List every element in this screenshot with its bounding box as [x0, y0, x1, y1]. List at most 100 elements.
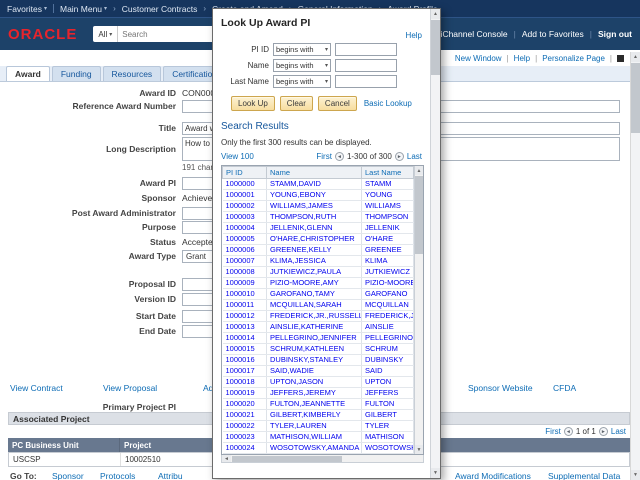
last-page-link[interactable]: Last — [611, 427, 626, 436]
last-name-link[interactable]: TYLER — [365, 421, 389, 430]
last-name-link[interactable]: JUTKIEWICZ — [365, 267, 410, 276]
favorites-menu[interactable]: Favorites ▾ — [7, 4, 47, 14]
goto-award-modifications-link[interactable]: Award Modifications — [455, 471, 531, 480]
last-name-link[interactable]: GAROFANO — [365, 289, 408, 298]
first-page-link[interactable]: First — [545, 427, 561, 436]
last-name-link[interactable]: STAMM — [365, 179, 392, 188]
page-scrollbar[interactable]: ▲ ▼ — [630, 52, 640, 480]
pi-id-link[interactable]: 1000002 — [226, 201, 255, 210]
add-to-favorites-link[interactable]: Add to Favorites — [522, 29, 584, 39]
main-menu[interactable]: Main Menu ▾ — [60, 4, 107, 14]
name-column-header[interactable]: Name — [267, 167, 362, 179]
pi-id-link[interactable]: 1000023 — [226, 432, 255, 441]
pi-id-link[interactable]: 1000000 — [226, 179, 255, 188]
last-name-link[interactable]: GILBERT — [365, 410, 397, 419]
name-link[interactable]: FREDERICK,JR.,RUSSELL — [270, 311, 362, 320]
basic-lookup-link[interactable]: Basic Lookup — [364, 99, 412, 108]
last-name-input[interactable] — [335, 75, 397, 88]
name-link[interactable]: STAMM,DAVID — [270, 179, 321, 188]
name-link[interactable]: PIZIO-MOORE,AMY — [270, 278, 339, 287]
cancel-button[interactable]: Cancel — [318, 96, 357, 111]
last-name-link[interactable]: JEFFERS — [365, 388, 398, 397]
last-name-link[interactable]: WOSOTOWSKY — [365, 443, 414, 452]
pi-id-link[interactable]: 1000024 — [226, 443, 255, 452]
pi-id-link[interactable]: 1000011 — [226, 300, 255, 309]
goto-attributes-link[interactable]: Attribu — [158, 471, 183, 480]
name-link[interactable]: JELLENIK,GLENN — [270, 223, 333, 232]
last-name-link[interactable]: SAID — [365, 366, 383, 375]
pi-id-link[interactable]: 1000001 — [226, 190, 255, 199]
pi-id-link[interactable]: 1000018 — [226, 377, 255, 386]
name-link[interactable]: AINSLIE,KATHERINE — [270, 322, 343, 331]
goto-sponsor-link[interactable]: Sponsor — [52, 471, 84, 480]
last-name-link[interactable]: FULTON — [365, 399, 394, 408]
pi-id-column-header[interactable]: PI ID — [223, 167, 267, 179]
pi-id-link[interactable]: 1000004 — [226, 223, 255, 232]
last-name-operator-select[interactable]: begins with ▾ — [273, 75, 331, 88]
pi-id-link[interactable]: 1000003 — [226, 212, 255, 221]
last-name-link[interactable]: SCHRUM — [365, 344, 398, 353]
last-name-column-link[interactable]: Last Name — [365, 168, 401, 177]
name-link[interactable]: TYLER,LAUREN — [270, 421, 327, 430]
scroll-up-icon[interactable]: ▲ — [415, 166, 423, 175]
scrollbar-thumb[interactable] — [415, 176, 423, 254]
pi-id-link[interactable]: 1000016 — [226, 355, 255, 364]
last-name-link[interactable]: KLIMA — [365, 256, 388, 265]
previous-page-icon[interactable]: ◄ — [564, 427, 573, 436]
pi-id-link[interactable]: 1000021 — [226, 410, 255, 419]
last-name-link[interactable]: DUBINSKY — [365, 355, 403, 364]
results-horizontal-scrollbar[interactable]: ◄ — [221, 455, 424, 463]
name-operator-select[interactable]: begins with ▾ — [273, 59, 331, 72]
last-name-link[interactable]: YOUNG — [365, 190, 393, 199]
help-link[interactable]: Help — [514, 54, 530, 63]
last-name-link[interactable]: FREDERICK,JR. — [365, 311, 414, 320]
next-page-icon[interactable]: ► — [599, 427, 608, 436]
goto-protocols-link[interactable]: Protocols — [100, 471, 135, 480]
pi-id-link[interactable]: 1000012 — [226, 311, 255, 320]
tab-resources[interactable]: Resources — [103, 66, 162, 81]
scrollbar-thumb[interactable] — [232, 456, 342, 462]
name-link[interactable]: MATHISON,WILLIAM — [270, 432, 342, 441]
pi-id-link[interactable]: 1000020 — [226, 399, 255, 408]
last-name-link[interactable]: UPTON — [365, 377, 391, 386]
view-100-link[interactable]: View 100 — [221, 152, 254, 161]
last-name-link[interactable]: PELLEGRINO — [365, 333, 413, 342]
pi-id-link[interactable]: 1000008 — [226, 267, 255, 276]
sponsor-website-link[interactable]: Sponsor Website — [468, 383, 533, 393]
scroll-up-icon[interactable]: ▲ — [631, 52, 640, 62]
first-page-link[interactable]: First — [316, 152, 332, 161]
name-link[interactable]: GREENEE,KELLY — [270, 245, 332, 254]
goto-supplemental-data-link[interactable]: Supplemental Data — [548, 471, 620, 480]
pi-id-link[interactable]: 1000014 — [226, 333, 255, 342]
name-link[interactable]: GILBERT,KIMBERLY — [270, 410, 341, 419]
last-name-link[interactable]: JELLENIK — [365, 223, 400, 232]
name-link[interactable]: O'HARE,CHRISTOPHER — [270, 234, 355, 243]
breadcrumb-customer-contracts[interactable]: Customer Contracts — [122, 4, 198, 14]
next-page-icon[interactable]: ► — [395, 152, 404, 161]
name-link[interactable]: SAID,WADIE — [270, 366, 314, 375]
scroll-down-icon[interactable]: ▼ — [431, 468, 440, 478]
last-name-link[interactable]: GREENEE — [365, 245, 402, 254]
last-name-link[interactable]: O'HARE — [365, 234, 393, 243]
results-vertical-scrollbar[interactable]: ▲ ▼ — [414, 166, 423, 454]
pi-id-column-link[interactable]: PI ID — [226, 168, 243, 177]
pi-id-link[interactable]: 1000022 — [226, 421, 255, 430]
pi-id-operator-select[interactable]: begins with ▾ — [273, 43, 331, 56]
last-name-link[interactable]: MCQUILLAN — [365, 300, 409, 309]
scroll-up-icon[interactable]: ▲ — [431, 9, 440, 19]
look-up-button[interactable]: Look Up — [231, 96, 275, 111]
pi-id-link[interactable]: 1000010 — [226, 289, 255, 298]
scroll-down-icon[interactable]: ▼ — [631, 470, 640, 480]
name-column-link[interactable]: Name — [270, 168, 290, 177]
name-link[interactable]: SCHRUM,KATHLEEN — [270, 344, 344, 353]
clear-button[interactable]: Clear — [280, 96, 313, 111]
pi-id-link[interactable]: 1000015 — [226, 344, 255, 353]
pi-id-link[interactable]: 1000006 — [226, 245, 255, 254]
last-name-link[interactable]: PIZIO-MOORE — [365, 278, 414, 287]
pi-id-link[interactable]: 1000007 — [226, 256, 255, 265]
scroll-down-icon[interactable]: ▼ — [415, 445, 423, 454]
view-contract-link[interactable]: View Contract — [10, 383, 63, 393]
pi-id-link[interactable]: 1000017 — [226, 366, 255, 375]
new-window-link[interactable]: New Window — [455, 54, 502, 63]
previous-page-icon[interactable]: ◄ — [335, 152, 344, 161]
